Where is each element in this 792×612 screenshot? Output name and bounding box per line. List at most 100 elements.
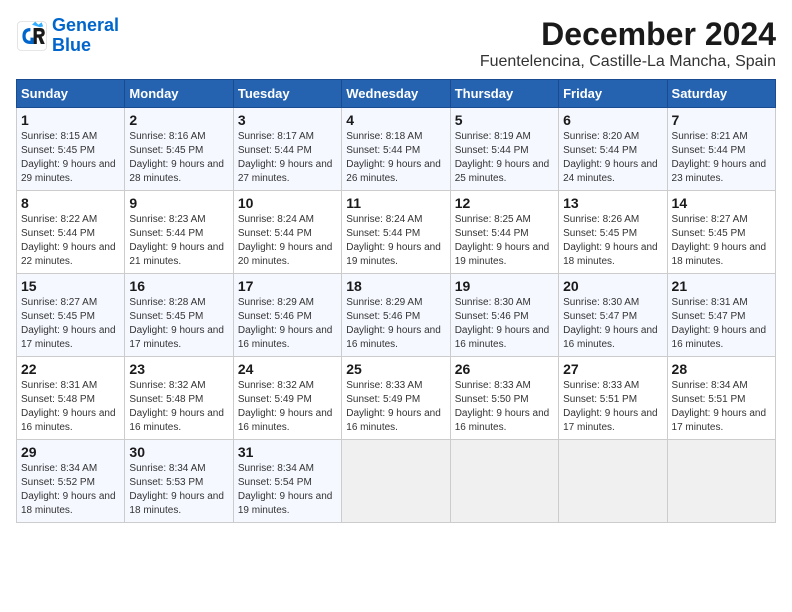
calendar-week-1: 1 Sunrise: 8:15 AM Sunset: 5:45 PM Dayli… bbox=[17, 108, 776, 191]
calendar-cell: 28 Sunrise: 8:34 AM Sunset: 5:51 PM Dayl… bbox=[667, 357, 775, 440]
calendar-cell bbox=[342, 440, 450, 523]
day-number: 27 bbox=[563, 361, 662, 377]
weekday-header-wednesday: Wednesday bbox=[342, 80, 450, 108]
day-info: Sunrise: 8:29 AM Sunset: 5:46 PM Dayligh… bbox=[238, 296, 337, 352]
calendar-cell: 16 Sunrise: 8:28 AM Sunset: 5:45 PM Dayl… bbox=[125, 274, 233, 357]
calendar-header: SundayMondayTuesdayWednesdayThursdayFrid… bbox=[17, 80, 776, 108]
calendar-cell: 27 Sunrise: 8:33 AM Sunset: 5:51 PM Dayl… bbox=[559, 357, 667, 440]
weekday-header-saturday: Saturday bbox=[667, 80, 775, 108]
calendar-cell: 9 Sunrise: 8:23 AM Sunset: 5:44 PM Dayli… bbox=[125, 191, 233, 274]
day-number: 4 bbox=[346, 112, 445, 128]
logo-general: General bbox=[52, 15, 119, 35]
day-info: Sunrise: 8:32 AM Sunset: 5:49 PM Dayligh… bbox=[238, 379, 337, 435]
day-info: Sunrise: 8:33 AM Sunset: 5:51 PM Dayligh… bbox=[563, 379, 662, 435]
day-number: 17 bbox=[238, 278, 337, 294]
day-number: 10 bbox=[238, 195, 337, 211]
calendar-cell bbox=[667, 440, 775, 523]
day-number: 15 bbox=[21, 278, 120, 294]
calendar-cell: 1 Sunrise: 8:15 AM Sunset: 5:45 PM Dayli… bbox=[17, 108, 125, 191]
day-number: 14 bbox=[672, 195, 771, 211]
day-number: 25 bbox=[346, 361, 445, 377]
day-number: 2 bbox=[129, 112, 228, 128]
calendar-cell: 22 Sunrise: 8:31 AM Sunset: 5:48 PM Dayl… bbox=[17, 357, 125, 440]
calendar-cell: 8 Sunrise: 8:22 AM Sunset: 5:44 PM Dayli… bbox=[17, 191, 125, 274]
weekday-header-thursday: Thursday bbox=[450, 80, 558, 108]
day-info: Sunrise: 8:18 AM Sunset: 5:44 PM Dayligh… bbox=[346, 130, 445, 186]
calendar-cell: 13 Sunrise: 8:26 AM Sunset: 5:45 PM Dayl… bbox=[559, 191, 667, 274]
calendar-cell: 14 Sunrise: 8:27 AM Sunset: 5:45 PM Dayl… bbox=[667, 191, 775, 274]
day-info: Sunrise: 8:30 AM Sunset: 5:46 PM Dayligh… bbox=[455, 296, 554, 352]
calendar-body: 1 Sunrise: 8:15 AM Sunset: 5:45 PM Dayli… bbox=[17, 108, 776, 523]
day-info: Sunrise: 8:25 AM Sunset: 5:44 PM Dayligh… bbox=[455, 213, 554, 269]
day-number: 21 bbox=[672, 278, 771, 294]
day-info: Sunrise: 8:24 AM Sunset: 5:44 PM Dayligh… bbox=[346, 213, 445, 269]
day-info: Sunrise: 8:34 AM Sunset: 5:54 PM Dayligh… bbox=[238, 462, 337, 518]
day-info: Sunrise: 8:28 AM Sunset: 5:45 PM Dayligh… bbox=[129, 296, 228, 352]
day-number: 7 bbox=[672, 112, 771, 128]
day-info: Sunrise: 8:24 AM Sunset: 5:44 PM Dayligh… bbox=[238, 213, 337, 269]
calendar-cell: 7 Sunrise: 8:21 AM Sunset: 5:44 PM Dayli… bbox=[667, 108, 775, 191]
calendar-cell: 15 Sunrise: 8:27 AM Sunset: 5:45 PM Dayl… bbox=[17, 274, 125, 357]
calendar-title: December 2024 bbox=[480, 16, 776, 53]
calendar-cell: 3 Sunrise: 8:17 AM Sunset: 5:44 PM Dayli… bbox=[233, 108, 341, 191]
day-info: Sunrise: 8:31 AM Sunset: 5:48 PM Dayligh… bbox=[21, 379, 120, 435]
calendar-cell: 23 Sunrise: 8:32 AM Sunset: 5:48 PM Dayl… bbox=[125, 357, 233, 440]
day-number: 12 bbox=[455, 195, 554, 211]
logo: General Blue bbox=[16, 16, 119, 56]
logo-text: General Blue bbox=[52, 16, 119, 56]
calendar-cell: 2 Sunrise: 8:16 AM Sunset: 5:45 PM Dayli… bbox=[125, 108, 233, 191]
day-number: 11 bbox=[346, 195, 445, 211]
day-info: Sunrise: 8:31 AM Sunset: 5:47 PM Dayligh… bbox=[672, 296, 771, 352]
calendar-week-3: 15 Sunrise: 8:27 AM Sunset: 5:45 PM Dayl… bbox=[17, 274, 776, 357]
calendar-cell: 31 Sunrise: 8:34 AM Sunset: 5:54 PM Dayl… bbox=[233, 440, 341, 523]
day-info: Sunrise: 8:33 AM Sunset: 5:49 PM Dayligh… bbox=[346, 379, 445, 435]
day-number: 22 bbox=[21, 361, 120, 377]
day-number: 9 bbox=[129, 195, 228, 211]
calendar-cell: 11 Sunrise: 8:24 AM Sunset: 5:44 PM Dayl… bbox=[342, 191, 450, 274]
day-number: 30 bbox=[129, 444, 228, 460]
day-number: 24 bbox=[238, 361, 337, 377]
day-info: Sunrise: 8:29 AM Sunset: 5:46 PM Dayligh… bbox=[346, 296, 445, 352]
calendar-cell: 26 Sunrise: 8:33 AM Sunset: 5:50 PM Dayl… bbox=[450, 357, 558, 440]
weekday-header-monday: Monday bbox=[125, 80, 233, 108]
day-number: 6 bbox=[563, 112, 662, 128]
calendar-cell: 25 Sunrise: 8:33 AM Sunset: 5:49 PM Dayl… bbox=[342, 357, 450, 440]
day-info: Sunrise: 8:27 AM Sunset: 5:45 PM Dayligh… bbox=[21, 296, 120, 352]
day-info: Sunrise: 8:30 AM Sunset: 5:47 PM Dayligh… bbox=[563, 296, 662, 352]
calendar-cell: 4 Sunrise: 8:18 AM Sunset: 5:44 PM Dayli… bbox=[342, 108, 450, 191]
day-info: Sunrise: 8:22 AM Sunset: 5:44 PM Dayligh… bbox=[21, 213, 120, 269]
day-number: 1 bbox=[21, 112, 120, 128]
calendar-cell bbox=[559, 440, 667, 523]
weekday-header-tuesday: Tuesday bbox=[233, 80, 341, 108]
weekday-header-sunday: Sunday bbox=[17, 80, 125, 108]
day-number: 13 bbox=[563, 195, 662, 211]
weekday-header-friday: Friday bbox=[559, 80, 667, 108]
calendar-cell: 12 Sunrise: 8:25 AM Sunset: 5:44 PM Dayl… bbox=[450, 191, 558, 274]
day-info: Sunrise: 8:26 AM Sunset: 5:45 PM Dayligh… bbox=[563, 213, 662, 269]
calendar-cell: 24 Sunrise: 8:32 AM Sunset: 5:49 PM Dayl… bbox=[233, 357, 341, 440]
day-number: 3 bbox=[238, 112, 337, 128]
day-info: Sunrise: 8:16 AM Sunset: 5:45 PM Dayligh… bbox=[129, 130, 228, 186]
day-number: 8 bbox=[21, 195, 120, 211]
day-info: Sunrise: 8:33 AM Sunset: 5:50 PM Dayligh… bbox=[455, 379, 554, 435]
day-number: 29 bbox=[21, 444, 120, 460]
day-info: Sunrise: 8:32 AM Sunset: 5:48 PM Dayligh… bbox=[129, 379, 228, 435]
day-info: Sunrise: 8:15 AM Sunset: 5:45 PM Dayligh… bbox=[21, 130, 120, 186]
calendar-cell: 19 Sunrise: 8:30 AM Sunset: 5:46 PM Dayl… bbox=[450, 274, 558, 357]
calendar-subtitle: Fuentelencina, Castille-La Mancha, Spain bbox=[480, 53, 776, 71]
calendar-cell: 10 Sunrise: 8:24 AM Sunset: 5:44 PM Dayl… bbox=[233, 191, 341, 274]
day-number: 26 bbox=[455, 361, 554, 377]
logo-icon bbox=[16, 20, 48, 52]
day-number: 31 bbox=[238, 444, 337, 460]
logo-blue: Blue bbox=[52, 36, 119, 56]
day-info: Sunrise: 8:19 AM Sunset: 5:44 PM Dayligh… bbox=[455, 130, 554, 186]
calendar-cell: 6 Sunrise: 8:20 AM Sunset: 5:44 PM Dayli… bbox=[559, 108, 667, 191]
day-number: 20 bbox=[563, 278, 662, 294]
day-info: Sunrise: 8:23 AM Sunset: 5:44 PM Dayligh… bbox=[129, 213, 228, 269]
day-info: Sunrise: 8:34 AM Sunset: 5:51 PM Dayligh… bbox=[672, 379, 771, 435]
calendar-cell: 5 Sunrise: 8:19 AM Sunset: 5:44 PM Dayli… bbox=[450, 108, 558, 191]
day-info: Sunrise: 8:17 AM Sunset: 5:44 PM Dayligh… bbox=[238, 130, 337, 186]
day-info: Sunrise: 8:34 AM Sunset: 5:53 PM Dayligh… bbox=[129, 462, 228, 518]
day-number: 18 bbox=[346, 278, 445, 294]
calendar-cell: 18 Sunrise: 8:29 AM Sunset: 5:46 PM Dayl… bbox=[342, 274, 450, 357]
